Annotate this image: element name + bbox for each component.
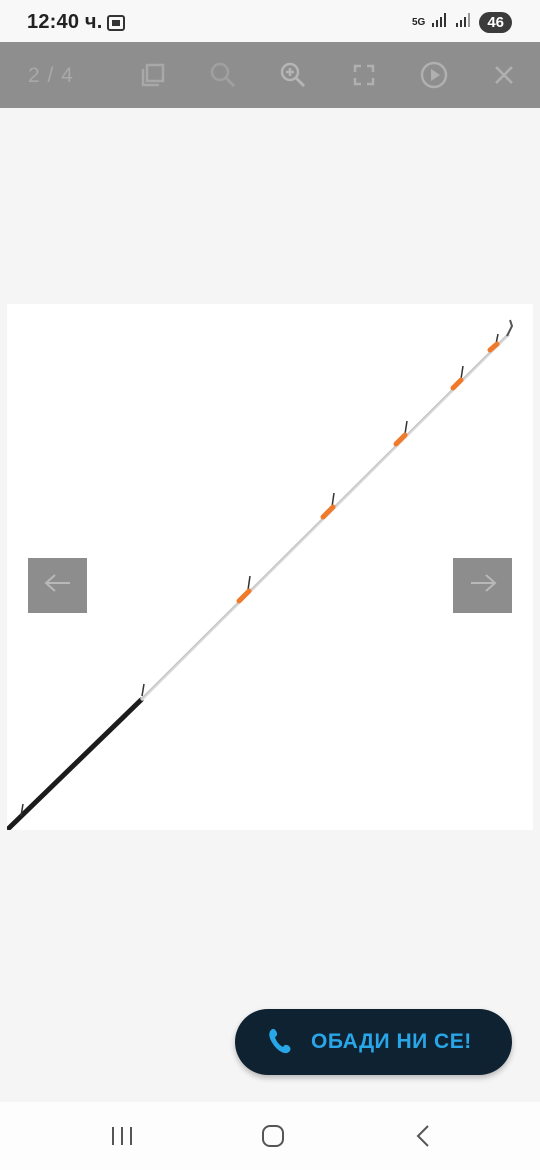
call-button-label: ОБАДИ НИ СЕ! (311, 1030, 472, 1053)
zoom-out-icon[interactable] (207, 59, 239, 91)
gallery-toolbar: 2 / 4 (0, 42, 540, 108)
arrow-left-icon (43, 573, 73, 598)
arrow-right-icon (468, 573, 498, 598)
image-counter: 2 / 4 (28, 64, 74, 87)
status-indicators: 5G 46 (412, 12, 512, 33)
signal-icon (431, 12, 449, 33)
status-time: 12:40 ч. (27, 11, 103, 33)
recents-icon[interactable] (110, 1124, 134, 1153)
next-image-button[interactable] (453, 558, 512, 613)
prev-image-button[interactable] (28, 558, 87, 613)
signal-icon (455, 12, 473, 33)
fullscreen-icon[interactable] (348, 59, 380, 91)
close-icon[interactable] (488, 59, 520, 91)
back-icon[interactable] (414, 1124, 434, 1153)
copy-icon[interactable] (137, 59, 169, 91)
phone-icon (267, 1026, 295, 1061)
home-icon[interactable] (261, 1124, 285, 1153)
system-navigation-bar (0, 1102, 540, 1170)
play-icon[interactable] (418, 59, 450, 91)
network-type: 5G (411, 16, 426, 28)
battery-icon: 46 (479, 12, 512, 33)
zoom-in-icon[interactable] (277, 59, 309, 91)
status-bar: 12:40 ч. 5G 46 (0, 0, 540, 42)
call-us-button[interactable]: ОБАДИ НИ СЕ! (235, 1009, 512, 1075)
screenshot-icon (106, 14, 126, 37)
